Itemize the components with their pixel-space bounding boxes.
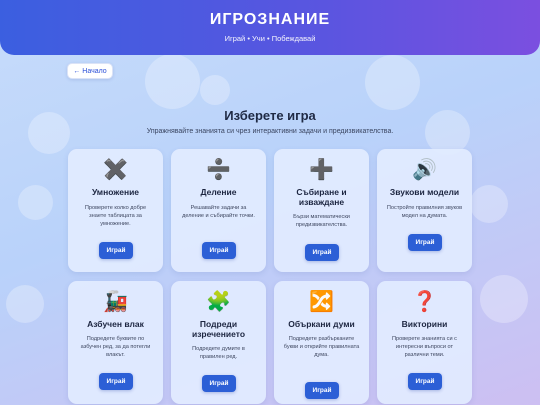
play-button[interactable]: Играй bbox=[202, 242, 236, 259]
game-description: Подредете буквите по азбучен ред, за да … bbox=[80, 336, 151, 358]
page-title: Изберете игра bbox=[224, 108, 316, 123]
play-button[interactable]: Играй bbox=[99, 242, 133, 259]
game-description: Проверете колко добре знаете таблицата з… bbox=[84, 205, 147, 227]
play-button[interactable]: Играй bbox=[408, 373, 442, 390]
game-card-quizzes[interactable]: ❓ Викторини Проверете знанията си с инте… bbox=[377, 281, 472, 404]
game-name: Събиране и изваждане bbox=[296, 187, 347, 207]
game-card-scrambled-words[interactable]: 🔀 Объркани думи Подредете разбърканите б… bbox=[274, 281, 369, 404]
play-button[interactable]: Играй bbox=[305, 244, 339, 261]
game-description: Подредете разбърканите букви и открийте … bbox=[283, 336, 360, 358]
game-card-addition-subtraction[interactable]: ➕ Събиране и изваждане Бързи математичес… bbox=[274, 149, 369, 272]
play-button[interactable]: Играй bbox=[305, 382, 339, 399]
game-card-division[interactable]: ➗ Деление Решавайте задачи за деление и … bbox=[171, 149, 266, 272]
game-description: Бързи математически предизвикателства. bbox=[293, 214, 350, 228]
game-name: Деление bbox=[200, 187, 237, 197]
puzzle-icon: 🧩 bbox=[206, 291, 231, 313]
app-header: ИГРОЗНАНИЕ Играй • Учи • Побеждавай bbox=[0, 0, 540, 55]
multiplication-icon: ✖️ bbox=[103, 159, 128, 181]
speaker-icon: 🔊 bbox=[412, 159, 437, 181]
game-name: Подреди изречението bbox=[191, 319, 246, 339]
app-title: ИГРОЗНАНИЕ bbox=[209, 11, 331, 28]
game-card-multiplication[interactable]: ✖️ Умножение Проверете колко добре знает… bbox=[68, 149, 163, 272]
back-home-button[interactable]: ← Начало bbox=[67, 63, 113, 79]
play-button[interactable]: Играй bbox=[99, 373, 133, 390]
train-icon: 🚂 bbox=[103, 291, 128, 313]
play-button[interactable]: Играй bbox=[408, 234, 442, 251]
game-description: Проверете знанията си с интересни въпрос… bbox=[392, 336, 457, 358]
game-name: Объркани думи bbox=[288, 319, 355, 329]
play-button[interactable]: Играй bbox=[202, 375, 236, 392]
question-icon: ❓ bbox=[412, 291, 437, 313]
game-card-sentence-order[interactable]: 🧩 Подреди изречението Подредете думите в… bbox=[171, 281, 266, 404]
game-name: Звукови модели bbox=[389, 187, 460, 197]
addition-icon: ➕ bbox=[309, 159, 334, 181]
game-name: Азбучен влак bbox=[87, 319, 144, 329]
game-card-sound-models[interactable]: 🔊 Звукови модели Постройте правилния зву… bbox=[377, 149, 472, 272]
page-subtitle: Упражнявайте знанията си чрез интерактив… bbox=[146, 128, 394, 135]
division-icon: ➗ bbox=[206, 159, 231, 181]
shuffle-icon: 🔀 bbox=[309, 291, 334, 313]
game-description: Подредете думите в правилен ред. bbox=[192, 346, 245, 360]
game-card-alphabet-train[interactable]: 🚂 Азбучен влак Подредете буквите по азбу… bbox=[68, 281, 163, 404]
game-name: Умножение bbox=[91, 187, 140, 197]
game-description: Решавайте задачи за деление и събирайте … bbox=[182, 205, 255, 219]
game-name: Викторини bbox=[401, 319, 448, 329]
app-tagline: Играй • Учи • Побеждавай bbox=[224, 34, 316, 43]
game-description: Постройте правилния звуков модел на дума… bbox=[386, 205, 463, 219]
